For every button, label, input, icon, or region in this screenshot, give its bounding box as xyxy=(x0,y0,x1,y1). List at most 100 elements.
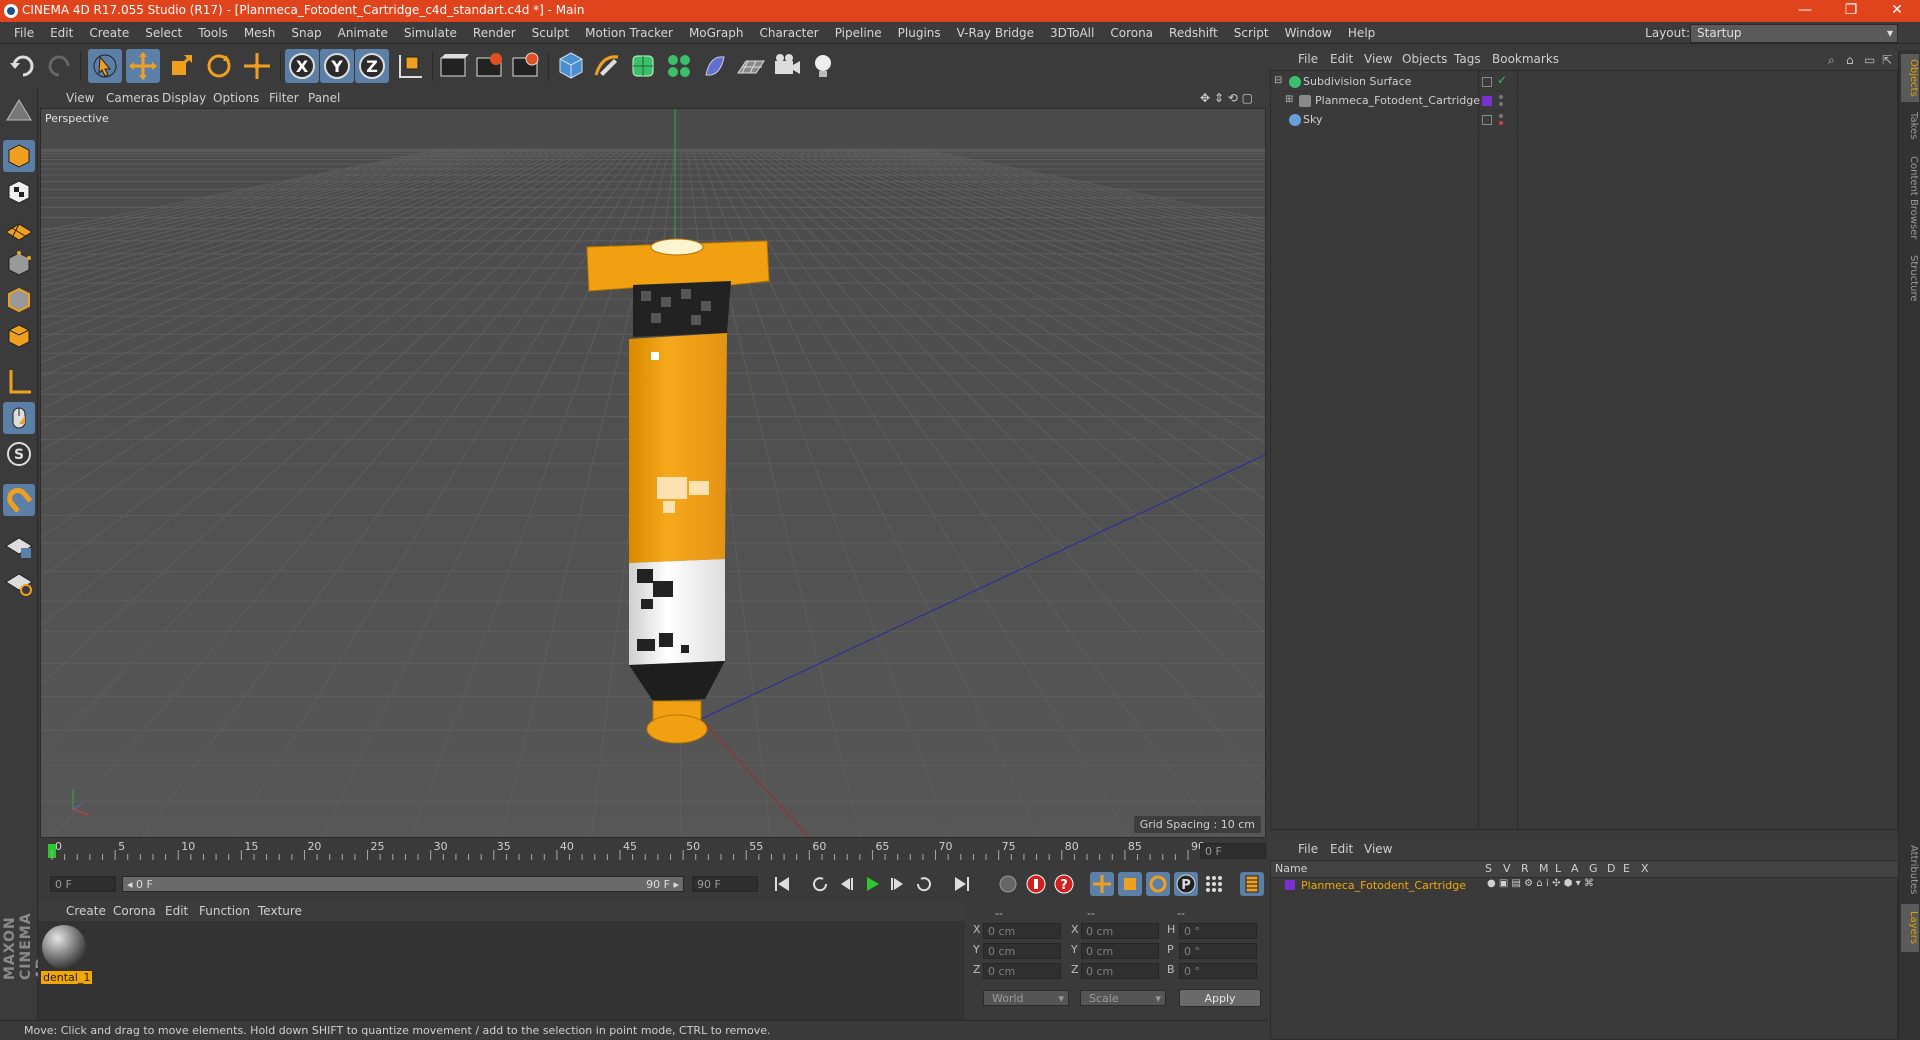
viewport-menu-panel[interactable]: Panel xyxy=(308,88,340,108)
layer-column-x[interactable]: X xyxy=(1641,862,1649,875)
menu-sculpt[interactable]: Sculpt xyxy=(524,22,577,44)
close-button[interactable]: ✕ xyxy=(1874,0,1920,22)
solo-mode-icon[interactable]: S xyxy=(3,438,35,470)
cloner-icon[interactable] xyxy=(662,49,696,83)
position-field[interactable]: 0 cm xyxy=(983,943,1061,959)
render-settings-icon[interactable] xyxy=(508,49,542,83)
layer-row[interactable]: Planmeca_Fotodent_Cartridge ● ▣ ▤ ⚙ ⌂ ⁞ … xyxy=(1271,878,1899,896)
object-row-subdivision-surface[interactable]: ⊟ Subdivision Surface ✓ xyxy=(1271,73,1899,92)
material-thumbnail[interactable] xyxy=(42,925,86,969)
menu-file[interactable]: File xyxy=(6,22,42,44)
render-visibility-dot[interactable] xyxy=(1499,121,1503,125)
y-axis-lock-button[interactable]: Y xyxy=(320,49,354,83)
checkmark-icon[interactable]: ✓ xyxy=(1497,73,1507,87)
previous-key-icon[interactable] xyxy=(808,872,832,896)
spline-pen-icon[interactable] xyxy=(590,49,624,83)
position-field[interactable]: 0 cm xyxy=(983,963,1061,979)
menu-mograph[interactable]: MoGraph xyxy=(681,22,752,44)
menu-snap[interactable]: Snap xyxy=(283,22,329,44)
menu-select[interactable]: Select xyxy=(137,22,190,44)
layer-menu-edit[interactable]: Edit xyxy=(1330,838,1353,860)
menu-edit[interactable]: Edit xyxy=(42,22,81,44)
menu-render[interactable]: Render xyxy=(465,22,524,44)
light-icon[interactable] xyxy=(806,49,840,83)
position-field[interactable]: 0 cm xyxy=(983,923,1061,939)
move-tool-icon[interactable] xyxy=(126,49,160,83)
layer-column-m[interactable]: M xyxy=(1539,862,1549,875)
camera-icon[interactable] xyxy=(770,49,804,83)
material-menu-edit[interactable]: Edit xyxy=(165,901,188,921)
layer-column-d[interactable]: D xyxy=(1607,862,1615,875)
tweak-mode-icon[interactable] xyxy=(3,402,35,434)
object-menu-bookmarks[interactable]: Bookmarks xyxy=(1492,50,1559,68)
size-field[interactable]: 0 cm xyxy=(1081,923,1159,939)
timeline-ruler[interactable]: 0 5 10 15 20 25 30 35 40 45 50 55 60 65 70 75 80 85 90 0 F xyxy=(40,840,1268,862)
layer-tag-icon[interactable] xyxy=(1482,115,1492,125)
x-axis-lock-button[interactable]: X xyxy=(285,49,319,83)
object-menu-edit[interactable]: Edit xyxy=(1330,50,1353,68)
editor-visibility-dot[interactable] xyxy=(1499,114,1503,118)
minimize-button[interactable]: — xyxy=(1782,0,1828,22)
layer-column-g[interactable]: G xyxy=(1589,862,1598,875)
frame-range-slider[interactable]: ◂ 0 F 90 F ▸ xyxy=(122,876,684,892)
layer-color-icon[interactable] xyxy=(1482,96,1492,106)
viewport-menu-cameras[interactable]: Cameras xyxy=(106,88,159,108)
menu-plugins[interactable]: Plugins xyxy=(890,22,949,44)
layer-color-swatch[interactable] xyxy=(1285,880,1295,890)
rotate-tool-icon[interactable] xyxy=(202,49,236,83)
size-field[interactable]: 0 cm xyxy=(1081,943,1159,959)
layer-column-s[interactable]: S xyxy=(1485,862,1492,875)
menu-create[interactable]: Create xyxy=(81,22,137,44)
menu-motion-tracker[interactable]: Motion Tracker xyxy=(577,22,681,44)
scale-tool-icon[interactable] xyxy=(164,49,198,83)
point-mode-icon[interactable] xyxy=(3,248,35,280)
menu-corona[interactable]: Corona xyxy=(1102,22,1161,44)
apply-button[interactable]: Apply xyxy=(1179,989,1261,1007)
current-frame-field[interactable]: 0 F xyxy=(1200,843,1266,859)
key-rotation-icon[interactable] xyxy=(1146,872,1170,896)
model-mode-icon[interactable] xyxy=(3,140,35,172)
rotation-field[interactable]: 0 ° xyxy=(1179,943,1257,959)
autokey-icon[interactable]: ? xyxy=(1052,872,1076,896)
object-menu-view[interactable]: View xyxy=(1364,50,1392,68)
next-key-icon[interactable] xyxy=(912,872,936,896)
z-axis-lock-button[interactable]: Z xyxy=(355,49,389,83)
menu-animate[interactable]: Animate xyxy=(330,22,396,44)
material-menu-create[interactable]: Create xyxy=(66,901,106,921)
layer-name[interactable]: Planmeca_Fotodent_Cartridge xyxy=(1301,879,1466,892)
maximize-button[interactable]: ❐ xyxy=(1828,0,1874,22)
viewport-navigation-icons[interactable]: ✥ ⇕ ⟲ ▢ xyxy=(1200,88,1253,108)
object-row-cartridge[interactable]: ⊞ Planmeca_Fotodent_Cartridge xyxy=(1271,92,1899,111)
object-menu-tags[interactable]: Tags xyxy=(1454,50,1481,68)
axis-mode-icon[interactable] xyxy=(3,366,35,398)
render-to-picture-viewer-icon[interactable] xyxy=(472,49,506,83)
tab-structure[interactable]: Structure xyxy=(1901,250,1919,306)
object-menu-file[interactable]: File xyxy=(1298,50,1318,68)
material-name-label[interactable]: dental_1 xyxy=(41,971,93,984)
layer-tag-icon[interactable] xyxy=(1482,77,1492,87)
end-frame-field[interactable]: 90 F xyxy=(692,876,758,892)
tab-objects[interactable]: Objects xyxy=(1901,54,1919,102)
key-position-icon[interactable] xyxy=(1090,872,1114,896)
rotation-field[interactable]: 0 ° xyxy=(1179,923,1257,939)
redo-button[interactable] xyxy=(42,49,76,83)
next-frame-icon[interactable] xyxy=(886,872,910,896)
layer-column-v[interactable]: V xyxy=(1503,862,1511,875)
subdivision-surface-icon[interactable] xyxy=(626,49,660,83)
key-pla-icon[interactable] xyxy=(1202,872,1226,896)
timeline-window-icon[interactable] xyxy=(1240,872,1264,896)
object-row-sky[interactable]: Sky xyxy=(1271,111,1899,130)
tab-content-browser[interactable]: Content Browser xyxy=(1901,150,1919,246)
menu-v-ray-bridge[interactable]: V-Ray Bridge xyxy=(949,22,1042,44)
make-editable-icon[interactable] xyxy=(3,94,35,126)
grid-snap-icon[interactable] xyxy=(3,566,35,598)
perspective-viewport[interactable]: Perspective Grid Spacing : 10 cm xyxy=(40,108,1266,838)
previous-frame-icon[interactable] xyxy=(834,872,858,896)
key-parameter-icon[interactable]: P xyxy=(1174,872,1198,896)
close-panel-icon[interactable]: ⇱ xyxy=(1882,53,1892,67)
size-field[interactable]: 0 cm xyxy=(1081,963,1159,979)
layer-column-a[interactable]: A xyxy=(1571,862,1579,875)
home-icon[interactable]: ⌂ xyxy=(1846,53,1854,67)
snap-icon[interactable] xyxy=(3,484,35,516)
workplane-lock-icon[interactable] xyxy=(3,530,35,562)
